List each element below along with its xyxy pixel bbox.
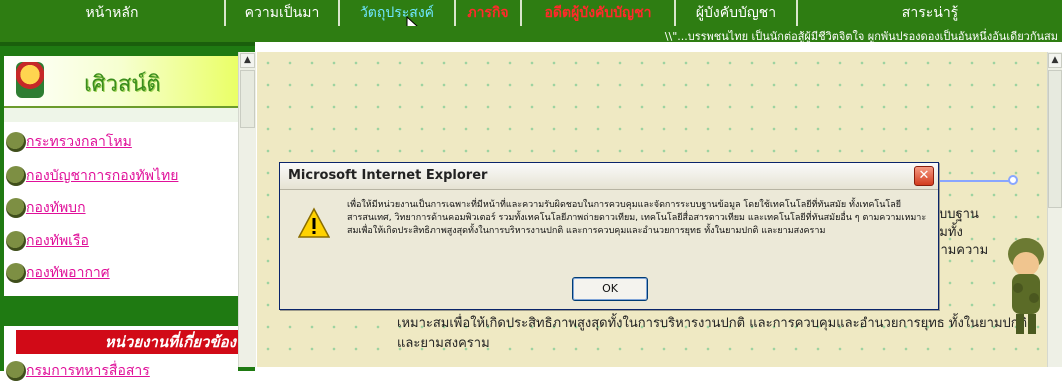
dialog-titlebar[interactable]: Microsoft Internet Explorer ✕ — [280, 163, 938, 190]
related-units-header-label: หน่วยงานที่เกี่ยวข้อง — [104, 333, 236, 351]
content-scrollbar[interactable]: ▲ — [1047, 52, 1062, 367]
scroll-thumb[interactable] — [1048, 70, 1062, 208]
mouse-pointer-icon — [406, 16, 418, 26]
decorative-line — [940, 180, 1015, 182]
scroll-up-button[interactable]: ▲ — [1048, 53, 1062, 68]
related-units-header: หน่วยงานที่เกี่ยวข้อง — [16, 330, 238, 354]
soldier-mascot-icon — [1008, 238, 1044, 334]
decorative-dot — [1008, 175, 1018, 185]
nav-mission[interactable]: ภารกิจ — [456, 0, 522, 26]
news-ticker: \\"...บรรพชนไทย เป็นนักต่อสู้ผู้มีชีวิตจ… — [0, 26, 1062, 42]
nav-former-commanders[interactable]: อดีตผู้บังคับบัญชา — [522, 0, 676, 26]
sidebar-scrollbar[interactable]: ▲ — [238, 52, 256, 367]
content-snippet: ะบบฐาน วมทั้ง ตามความ — [932, 206, 990, 260]
scroll-up-button[interactable]: ▲ — [240, 53, 255, 68]
soldier-bullet-icon — [6, 132, 26, 152]
divider — [4, 108, 238, 122]
sidebar-link-signal[interactable]: กรมการทหารสื่อสาร — [6, 360, 150, 382]
close-icon[interactable]: ✕ — [914, 166, 934, 186]
sidebar-link-label: กรมการทหารสื่อสาร — [26, 363, 150, 379]
ticker-text: \\"...บรรพชนไทย เป็นนักต่อสู้ผู้มีชีวิตจ… — [664, 30, 1058, 42]
nav-home[interactable]: หน้าหลัก — [0, 0, 226, 26]
sidebar-link-label: กระทรวงกลาโหม — [26, 134, 132, 150]
dialog-title: Microsoft Internet Explorer — [288, 168, 488, 183]
soldier-bullet-icon — [6, 231, 26, 251]
nav-objectives-label: วัตถุประสงค์ — [359, 5, 435, 21]
soldier-bullet-icon — [6, 263, 26, 283]
snippet-line: ตามความ — [932, 243, 989, 258]
soldier-bullet-icon — [6, 198, 26, 218]
top-nav: หน้าหลัก ความเป็นมา วัตถุประสงค์ ภารกิจ … — [0, 0, 1062, 26]
sidebar-link-mod[interactable]: กระทรวงกลาโหม — [6, 130, 238, 154]
sidebar-link-label: กองทัพอากาศ — [26, 265, 110, 281]
scroll-thumb[interactable] — [240, 70, 255, 128]
sidebar-link-rtarf[interactable]: กองบัญชาการกองทัพไทย — [6, 164, 238, 188]
snippet-line: วมทั้ง — [932, 225, 963, 240]
sidebar-links: กระทรวงกลาโหม กองบัญชาการกองทัพไทย กองทั… — [4, 126, 238, 296]
nav-history[interactable]: ความเป็นมา — [226, 0, 340, 26]
sidebar-link-army[interactable]: กองทัพบก — [6, 196, 238, 220]
nav-knowledge[interactable]: สาระน่ารู้ — [798, 0, 1062, 26]
sidebar-link-airforce[interactable]: กองทัพอากาศ — [6, 261, 238, 285]
warning-icon — [298, 207, 330, 238]
alert-dialog: Microsoft Internet Explorer ✕ เพื่อให้มี… — [279, 162, 939, 310]
sidebar-link-label: กองทัพเรือ — [26, 233, 89, 249]
sidebar-panel: เศิวสน์ติ กระทรวงกลาโหม กองบัญชาการกองทั… — [4, 56, 238, 386]
soldier-bullet-icon — [6, 361, 26, 381]
sidebar-separator — [4, 296, 238, 326]
dialog-message: เพื่อให้มีหน่วยงานเป็นการเฉพาะที่มีหน้าท… — [347, 200, 927, 236]
content-paragraph: เหมาะสมเพื่อให้เกิดประสิทธิภาพสูงสุดทั้ง… — [397, 316, 1028, 351]
soldier-bullet-icon — [6, 166, 26, 186]
royal-emblem-icon — [16, 62, 44, 98]
nav-commanders[interactable]: ผู้บังคับบัญชา — [676, 0, 798, 26]
sidebar-link-label: กองทัพบก — [26, 200, 86, 216]
snippet-line: ะบบฐาน — [932, 207, 979, 222]
sidebar-link-navy[interactable]: กองทัพเรือ — [6, 229, 238, 253]
sidebar-logo-text: เศิวสน์ติ — [84, 72, 161, 97]
left-frame: เศิวสน์ติ กระทรวงกลาโหม กองบัญชาการกองทั… — [0, 42, 255, 386]
sidebar-link-label: กองบัญชาการกองทัพไทย — [26, 168, 179, 184]
ok-button[interactable]: OK — [572, 277, 648, 301]
sidebar-logo-banner: เศิวสน์ติ — [4, 56, 238, 108]
nav-objectives[interactable]: วัตถุประสงค์ — [340, 0, 456, 26]
